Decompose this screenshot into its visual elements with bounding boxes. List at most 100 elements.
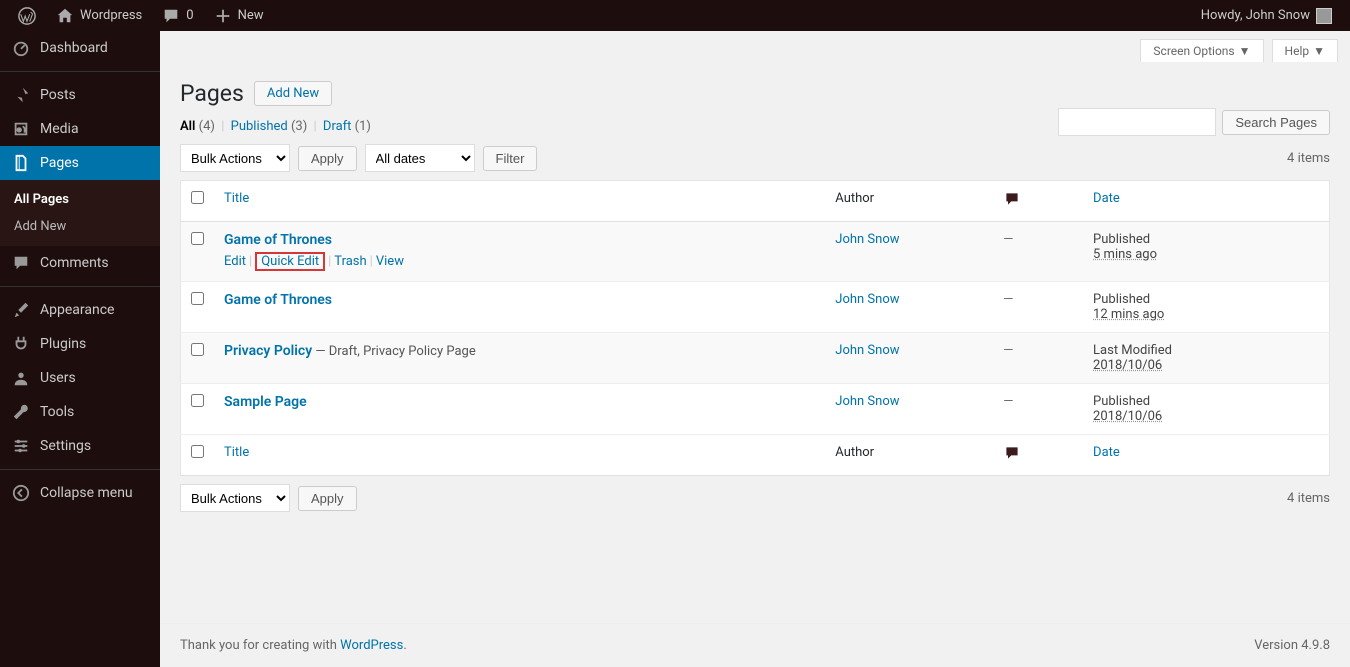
items-count-top: 4 items — [1287, 151, 1330, 166]
sidebar-sub-all-pages[interactable]: All Pages — [0, 186, 160, 213]
wordpress-link[interactable]: WordPress — [340, 638, 403, 653]
col-title-foot[interactable]: Title — [224, 445, 249, 460]
col-author-foot: Author — [835, 445, 874, 460]
date-value: 12 mins ago — [1093, 307, 1164, 322]
help-tab[interactable]: Help▼ — [1272, 39, 1338, 62]
page-title: Pages — [180, 80, 244, 107]
bulk-actions-select-top[interactable]: Bulk Actions — [180, 144, 290, 172]
date-label: Published — [1093, 394, 1150, 409]
page-title-link[interactable]: Game of Thrones — [224, 292, 332, 308]
pages-table: Title Author Date Game of Thrones Edit|Qu… — [180, 180, 1330, 476]
sliders-icon — [12, 437, 30, 455]
select-all-top[interactable] — [191, 191, 204, 204]
gauge-icon — [12, 39, 30, 57]
row-checkbox[interactable] — [191, 394, 204, 407]
page-title-link[interactable]: Privacy Policy — [224, 343, 312, 359]
date-label: Published — [1093, 232, 1150, 247]
page-title-link[interactable]: Sample Page — [224, 394, 307, 410]
wp-logo[interactable] — [8, 0, 46, 31]
sidebar-item-plugins[interactable]: Plugins — [0, 327, 160, 361]
search-pages-button[interactable]: Search Pages — [1222, 110, 1330, 135]
comment-dash: — — [1003, 394, 1013, 409]
sidebar-item-settings[interactable]: Settings — [0, 429, 160, 463]
plus-icon — [214, 7, 232, 25]
admin-sidebar: Dashboard Posts Media Pages All Pages Ad… — [0, 31, 160, 667]
collapse-menu[interactable]: Collapse menu — [0, 476, 160, 510]
new-content[interactable]: New — [204, 0, 274, 31]
page-title-link[interactable]: Game of Thrones — [224, 232, 332, 248]
author-link[interactable]: John Snow — [835, 394, 899, 409]
col-date[interactable]: Date — [1093, 191, 1120, 206]
home-icon — [56, 7, 74, 25]
comment-icon — [1003, 445, 1021, 461]
comment-icon — [1003, 191, 1021, 207]
pin-icon — [12, 86, 30, 104]
filter-draft[interactable]: Draft — [323, 119, 352, 134]
sidebar-item-dashboard[interactable]: Dashboard — [0, 31, 160, 65]
site-name: Wordpress — [80, 8, 142, 23]
sidebar-label: Plugins — [40, 336, 86, 352]
row-checkbox[interactable] — [191, 232, 204, 245]
sidebar-item-users[interactable]: Users — [0, 361, 160, 395]
col-date-foot[interactable]: Date — [1093, 445, 1120, 460]
sidebar-submenu-pages: All Pages Add New — [0, 180, 160, 246]
comment-dash: — — [1003, 232, 1013, 247]
sidebar-item-pages[interactable]: Pages — [0, 146, 160, 180]
author-link[interactable]: John Snow — [835, 232, 899, 247]
collapse-icon — [12, 484, 30, 502]
sidebar-item-posts[interactable]: Posts — [0, 78, 160, 112]
table-row: Game of Thrones Edit|Quick Edit|Trash|Vie… — [181, 222, 1330, 282]
filter-all[interactable]: All — [180, 119, 195, 134]
edit-link[interactable]: Edit — [224, 254, 246, 269]
trash-link[interactable]: Trash — [334, 254, 366, 269]
version-text: Version 4.9.8 — [1254, 638, 1330, 653]
apply-button-bottom[interactable]: Apply — [298, 486, 357, 511]
select-all-bottom[interactable] — [191, 445, 204, 458]
author-link[interactable]: John Snow — [835, 292, 899, 307]
date-value: 2018/10/06 — [1093, 409, 1162, 424]
date-value: 5 mins ago — [1093, 247, 1157, 262]
author-link[interactable]: John Snow — [835, 343, 899, 358]
main-content: Screen Options▼ Help▼ Pages Add New All … — [160, 31, 1350, 667]
col-title[interactable]: Title — [224, 191, 249, 206]
sidebar-item-appearance[interactable]: Appearance — [0, 293, 160, 327]
bulk-actions-select-bottom[interactable]: Bulk Actions — [180, 484, 290, 512]
sidebar-item-media[interactable]: Media — [0, 112, 160, 146]
date-value: 2018/10/06 — [1093, 358, 1162, 373]
greeting: Howdy, John Snow — [1201, 8, 1310, 23]
row-actions: Edit|Quick Edit|Trash|View — [224, 252, 815, 271]
avatar — [1316, 8, 1332, 24]
filter-published[interactable]: Published — [231, 119, 288, 134]
dates-select[interactable]: All dates — [365, 144, 475, 172]
sidebar-sub-add-new[interactable]: Add New — [0, 213, 160, 240]
post-state: — Draft, Privacy Policy Page — [312, 344, 476, 359]
table-row: Game of Thrones John Snow — Published12 min… — [181, 282, 1330, 333]
comment-icon — [12, 254, 30, 272]
chevron-down-icon: ▼ — [1239, 44, 1251, 58]
sidebar-label: Appearance — [40, 302, 114, 318]
filter-button[interactable]: Filter — [483, 146, 538, 171]
admin-toolbar: Wordpress 0 New Howdy, John Snow — [0, 0, 1350, 31]
admin-footer: Thank you for creating with WordPress. V… — [160, 623, 1350, 667]
comments-bubble[interactable]: 0 — [152, 0, 203, 31]
comment-dash: — — [1003, 292, 1013, 307]
col-author: Author — [835, 191, 874, 206]
view-link[interactable]: View — [376, 254, 404, 269]
sidebar-item-tools[interactable]: Tools — [0, 395, 160, 429]
table-row: Privacy Policy — Draft, Privacy Policy P… — [181, 333, 1330, 384]
add-new-button[interactable]: Add New — [254, 81, 332, 106]
quick-edit-link[interactable]: Quick Edit — [261, 254, 319, 269]
search-input[interactable] — [1058, 108, 1216, 136]
sidebar-label: Pages — [40, 155, 79, 171]
chevron-down-icon: ▼ — [1313, 44, 1325, 58]
apply-button-top[interactable]: Apply — [298, 146, 357, 171]
sidebar-item-comments[interactable]: Comments — [0, 246, 160, 280]
row-checkbox[interactable] — [191, 343, 204, 356]
my-account[interactable]: Howdy, John Snow — [1191, 0, 1342, 31]
row-checkbox[interactable] — [191, 292, 204, 305]
sidebar-label: Users — [40, 370, 76, 386]
site-home[interactable]: Wordpress — [46, 0, 152, 31]
screen-options-tab[interactable]: Screen Options▼ — [1140, 39, 1263, 62]
comment-count: 0 — [186, 8, 193, 23]
date-label: Published — [1093, 292, 1150, 307]
